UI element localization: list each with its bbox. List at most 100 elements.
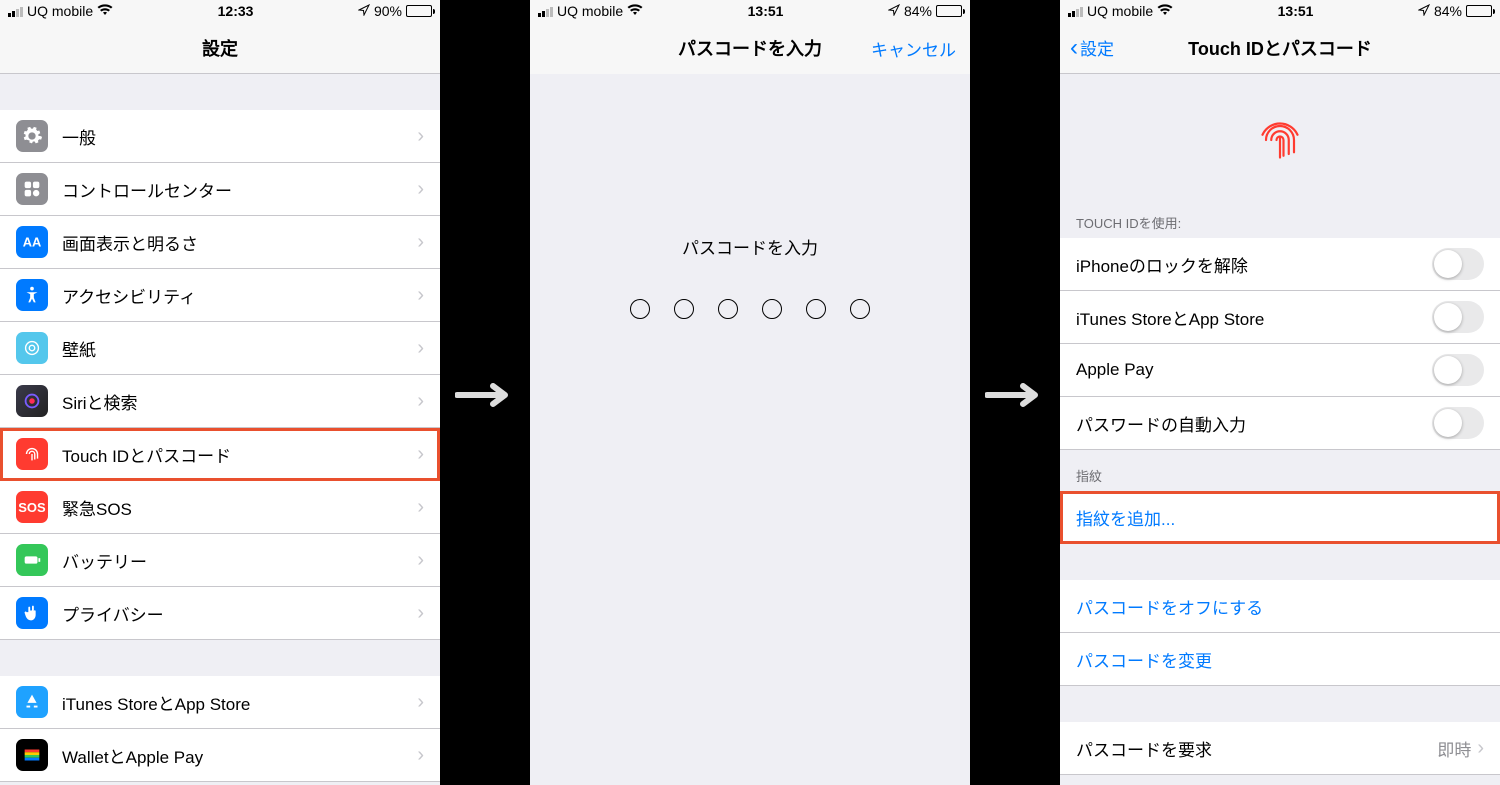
back-button[interactable]: ‹ 設定: [1070, 35, 1114, 60]
clock: 12:33: [218, 3, 254, 19]
location-icon: [358, 3, 370, 19]
chevron-right-icon: ›: [417, 549, 424, 572]
label: アクセシビリティ: [62, 283, 417, 308]
toggle-applepay[interactable]: [1432, 354, 1484, 386]
clock: 13:51: [748, 3, 784, 19]
battery-percent: 84%: [904, 3, 932, 19]
row-privacy[interactable]: プライバシー ›: [0, 587, 440, 640]
battery-percent: 84%: [1434, 3, 1462, 19]
wifi-icon: [627, 3, 643, 19]
row-general[interactable]: 一般 ›: [0, 110, 440, 163]
passcode-dot: [806, 299, 826, 319]
navbar: ‹ 設定 Touch IDとパスコード: [1060, 22, 1500, 74]
chevron-right-icon: ›: [417, 443, 424, 466]
passcode-dot: [674, 299, 694, 319]
label: パスコードを変更: [1076, 647, 1484, 672]
passcode-prompt: パスコードを入力: [530, 234, 970, 259]
page-title: Touch IDとパスコード: [1188, 35, 1372, 61]
passcode-dot: [762, 299, 782, 319]
page-title: パスコードを入力: [678, 35, 822, 61]
screen-passcode-entry: UQ mobile 13:51 84% パスコードを入力 キャンセル パスコード…: [530, 0, 970, 785]
passcode-dot: [718, 299, 738, 319]
row-require-passcode[interactable]: パスコードを要求 即時 ›: [1060, 722, 1500, 775]
chevron-right-icon: ›: [417, 390, 424, 413]
screen-settings-list: UQ mobile 12:33 90% 設定 一般 › コントロールセンター ›: [0, 0, 440, 785]
label: Siriと検索: [62, 389, 417, 414]
chevron-right-icon: ›: [1477, 737, 1484, 760]
page-title: 設定: [202, 35, 238, 61]
row-autofill-toggle[interactable]: パスワードの自動入力: [1060, 397, 1500, 450]
chevron-right-icon: ›: [417, 496, 424, 519]
label: コントロールセンター: [62, 177, 417, 202]
row-display[interactable]: AA 画面表示と明るさ ›: [0, 216, 440, 269]
navbar: パスコードを入力 キャンセル: [530, 22, 970, 74]
row-accessibility[interactable]: アクセシビリティ ›: [0, 269, 440, 322]
status-bar: UQ mobile 13:51 84%: [530, 0, 970, 22]
status-bar: UQ mobile 13:51 84%: [1060, 0, 1500, 22]
accessibility-icon: [16, 279, 48, 311]
appstore-icon: [16, 686, 48, 718]
label: WalletとApple Pay: [62, 743, 417, 768]
battery-icon: [936, 5, 962, 17]
row-siri[interactable]: Siriと検索 ›: [0, 375, 440, 428]
label: 一般: [62, 124, 417, 149]
sos-icon: SOS: [16, 491, 48, 523]
display-icon: AA: [16, 226, 48, 258]
carrier-label: UQ mobile: [1087, 3, 1153, 19]
section-header-use: TOUCH IDを使用:: [1060, 197, 1500, 238]
section-header-finger: 指紋: [1060, 450, 1500, 491]
toggle-unlock[interactable]: [1432, 248, 1484, 280]
status-bar: UQ mobile 12:33 90%: [0, 0, 440, 22]
label: Touch IDとパスコード: [62, 442, 417, 467]
label: パスコードをオフにする: [1076, 594, 1484, 619]
label: 壁紙: [62, 336, 417, 361]
row-passcode-off[interactable]: パスコードをオフにする: [1060, 580, 1500, 633]
battery-percent: 90%: [374, 3, 402, 19]
cancel-button[interactable]: キャンセル: [871, 36, 956, 61]
row-applepay-toggle[interactable]: Apple Pay: [1060, 344, 1500, 397]
row-control-center[interactable]: コントロールセンター ›: [0, 163, 440, 216]
control-center-icon: [16, 173, 48, 205]
battery-icon: [16, 544, 48, 576]
fingerprint-hero: [1060, 74, 1500, 197]
battery-icon: [406, 5, 432, 17]
location-icon: [888, 3, 900, 19]
arrow-right-icon: [455, 383, 515, 403]
chevron-right-icon: ›: [417, 691, 424, 714]
back-label: 設定: [1080, 35, 1114, 60]
label: 緊急SOS: [62, 495, 417, 520]
navbar: 設定: [0, 22, 440, 74]
row-unlock-iphone[interactable]: iPhoneのロックを解除: [1060, 238, 1500, 291]
signal-icon: [1068, 6, 1083, 17]
toggle-autofill[interactable]: [1432, 407, 1484, 439]
label: Apple Pay: [1076, 360, 1432, 380]
chevron-right-icon: ›: [417, 231, 424, 254]
siri-icon: [16, 385, 48, 417]
wallet-icon: [16, 739, 48, 771]
label: バッテリー: [62, 548, 417, 573]
label: パスコードを要求: [1076, 736, 1437, 761]
row-add-fingerprint[interactable]: 指紋を追加...: [1060, 491, 1500, 544]
carrier-label: UQ mobile: [557, 3, 623, 19]
row-battery[interactable]: バッテリー ›: [0, 534, 440, 587]
chevron-left-icon: ‹: [1070, 36, 1078, 60]
signal-icon: [8, 6, 23, 17]
wifi-icon: [1157, 3, 1173, 19]
label: プライバシー: [62, 601, 417, 626]
label: iTunes StoreとApp Store: [62, 690, 417, 715]
row-touchid-passcode[interactable]: Touch IDとパスコード ›: [0, 428, 440, 481]
chevron-right-icon: ›: [417, 178, 424, 201]
chevron-right-icon: ›: [417, 337, 424, 360]
screen-touchid-settings: UQ mobile 13:51 84% ‹ 設定 Touch IDとパスコード: [1060, 0, 1500, 785]
row-itunes-store[interactable]: iTunes StoreとApp Store ›: [0, 676, 440, 729]
row-itunes-toggle[interactable]: iTunes StoreとApp Store: [1060, 291, 1500, 344]
row-wallet[interactable]: WalletとApple Pay ›: [0, 729, 440, 782]
location-icon: [1418, 3, 1430, 19]
wallpaper-icon: [16, 332, 48, 364]
toggle-itunes[interactable]: [1432, 301, 1484, 333]
svg-text:AA: AA: [23, 235, 42, 250]
row-sos[interactable]: SOS 緊急SOS ›: [0, 481, 440, 534]
chevron-right-icon: ›: [417, 125, 424, 148]
row-passcode-change[interactable]: パスコードを変更: [1060, 633, 1500, 686]
row-wallpaper[interactable]: 壁紙 ›: [0, 322, 440, 375]
